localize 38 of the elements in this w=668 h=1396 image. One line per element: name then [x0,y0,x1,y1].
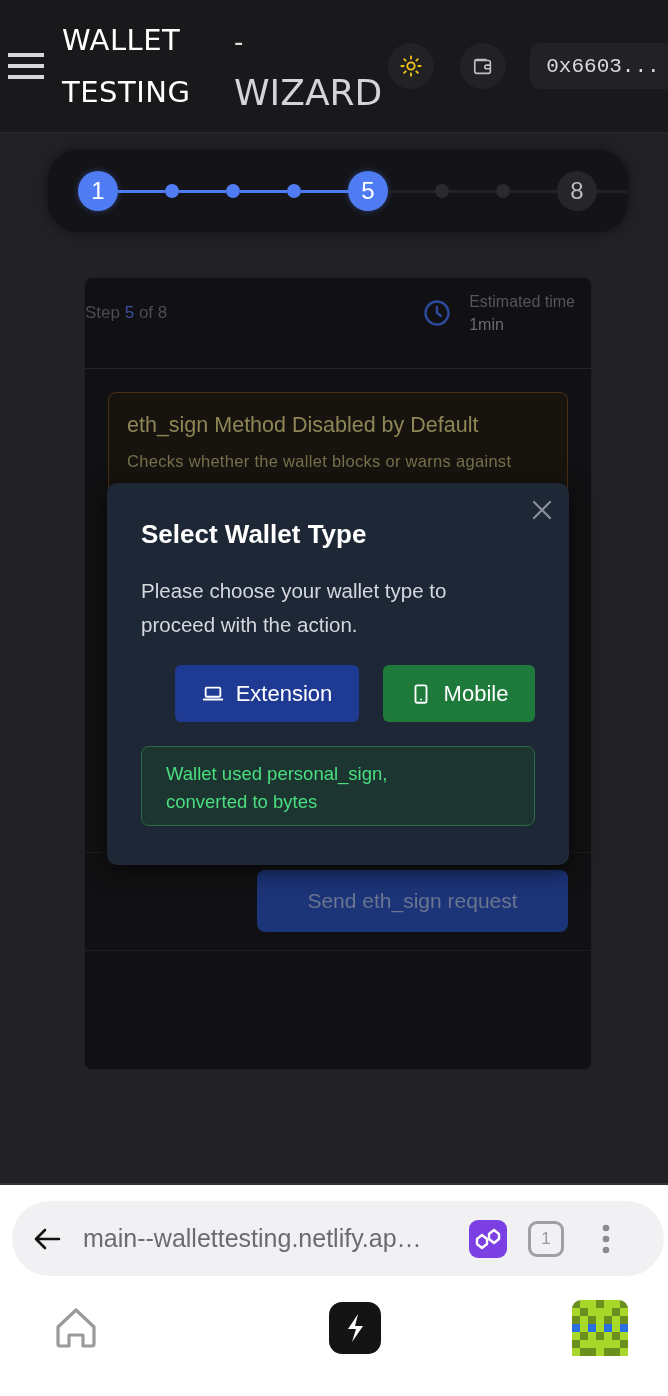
app-title: WALLET TESTING [62,22,192,111]
tab-count-button[interactable]: 1 [528,1220,564,1257]
estimate-value: 1min [469,315,505,335]
step-number[interactable]: 8 [557,171,597,211]
theme-toggle-button[interactable] [388,43,435,89]
clock-icon [423,299,452,327]
home-icon[interactable] [54,1307,98,1349]
test-description: Checks whether the wallet blocks or warns against [127,452,513,471]
title-dash: - [234,25,245,59]
back-icon[interactable] [33,1226,61,1251]
step-number[interactable]: 5 [348,171,388,211]
step-dot[interactable] [226,184,240,198]
test-title: eth_sign Method Disabled by Default [127,413,480,438]
step-number[interactable]: 1 [78,171,118,211]
wallet-button[interactable] [460,43,507,89]
close-icon[interactable] [532,500,552,520]
menu-icon[interactable] [8,51,44,81]
step-dot[interactable] [435,184,449,198]
dialog-title: Select Wallet Type [141,519,368,550]
mobile-button[interactable]: Mobile [383,665,535,722]
url-text[interactable]: main--wallettesting.netlify.ap… [83,1224,461,1253]
pixel-avatar-icon[interactable] [572,1300,628,1356]
app-subtitle: WIZARD [234,71,383,115]
extension-icon[interactable] [469,1219,507,1258]
send-request-button[interactable]: Send eth_sign request [257,870,568,932]
step-dot[interactable] [287,184,301,198]
status-message: Wallet used personal_sign, converted to bytes [141,746,535,826]
step-dot[interactable] [165,184,179,198]
step-dot[interactable] [496,184,510,198]
address-chip[interactable]: 0x6603... [530,43,668,89]
dialog-text: Please choose your wallet type to proceed with the action. [141,578,448,638]
step-counter: Step 5 of 8 [85,303,168,323]
extension-button[interactable]: Extension [175,665,359,722]
lightning-app-icon[interactable] [329,1302,381,1354]
estimate-label: Estimated time [469,292,575,312]
address-bar[interactable]: main--wallettesting.netlify.ap… 1 [12,1201,664,1276]
sun-icon [400,55,423,77]
more-icon[interactable] [602,1223,610,1254]
